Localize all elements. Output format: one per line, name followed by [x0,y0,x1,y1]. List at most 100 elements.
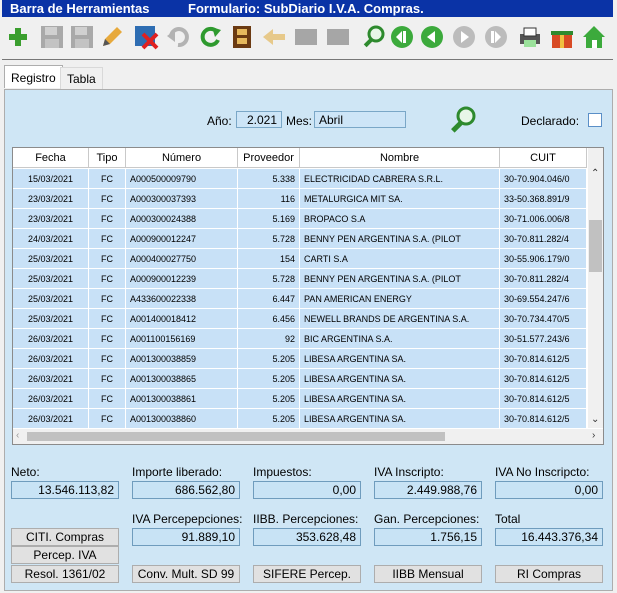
mes-field[interactable]: Abril [314,111,406,128]
horizontal-scrollbar[interactable]: ‹ › [13,429,603,444]
cell-cuit[interactable]: 30-70.811.282/4 [500,269,587,289]
table-row[interactable]: 25/03/2021 FC A000900012239 5.728 BENNY PEN … [13,269,587,289]
resol-1361-button[interactable]: Resol. 1361/02 [11,565,119,583]
cell-nombre[interactable]: PAN AMERICAN ENERGY [300,289,500,309]
cell-nombre[interactable]: BENNY PEN ARGENTINA S.A. (PILOT [300,269,500,289]
cell-tipo[interactable]: FC [89,389,126,409]
search-button[interactable] [360,23,388,51]
cell-nombre[interactable]: LIBESA ARGENTINA SA. [300,409,500,429]
conv-mult-button[interactable]: Conv. Mult. SD 99 [132,565,240,583]
cell-numero[interactable]: A000400027750 [126,249,238,269]
add-button[interactable] [4,23,32,51]
scroll-up-icon[interactable]: ⌃ [591,168,599,179]
cell-proveedor[interactable]: 5.205 [238,349,300,369]
cell-numero[interactable]: A001100156169 [126,329,238,349]
col-proveedor[interactable]: Proveedor [238,148,300,168]
cell-fecha[interactable]: 23/03/2021 [13,189,89,209]
table-row[interactable]: 25/03/2021 FC A433600022338 6.447 PAN AMERIC… [13,289,587,309]
table-row[interactable]: 25/03/2021 FC A001400018412 6.456 NEWELL BRA… [13,309,587,329]
save-as-button[interactable] [68,23,96,51]
cell-cuit[interactable]: 30-70.904.046/0 [500,169,587,189]
undo-button[interactable] [164,23,192,51]
cell-tipo[interactable]: FC [89,209,126,229]
table-row[interactable]: 26/03/2021 FC A001300038860 5.205 LIBESA ARG… [13,409,587,429]
declarado-checkbox[interactable] [588,113,602,127]
cell-fecha[interactable]: 15/03/2021 [13,169,89,189]
cell-numero[interactable]: A000500009790 [126,169,238,189]
hscroll-thumb[interactable] [27,432,445,441]
table-row[interactable]: 23/03/2021 FC A000300024388 5.169 BROPACO S.… [13,209,587,229]
back-button[interactable] [260,23,288,51]
edit-button[interactable] [98,23,126,51]
cell-cuit[interactable]: 30-55.906.179/0 [500,249,587,269]
anio-field[interactable]: 2.021 [236,111,282,128]
first-button[interactable] [388,23,416,51]
cell-numero[interactable]: A000300024388 [126,209,238,229]
cell-fecha[interactable]: 26/03/2021 [13,349,89,369]
save-button[interactable] [38,23,66,51]
cell-nombre[interactable]: LIBESA ARGENTINA SA. [300,389,500,409]
cell-proveedor[interactable]: 5.169 [238,209,300,229]
cell-tipo[interactable]: FC [89,189,126,209]
cell-tipo[interactable]: FC [89,229,126,249]
cell-nombre[interactable]: ELECTRICIDAD CABRERA S.R.L. [300,169,500,189]
grid-button-1[interactable] [292,23,320,51]
table-row[interactable]: 24/03/2021 FC A000900012247 5.728 BENNY PEN … [13,229,587,249]
cell-tipo[interactable]: FC [89,349,126,369]
cell-cuit[interactable]: 30-70.734.470/5 [500,309,587,329]
cell-cuit[interactable]: 30-70.814.612/5 [500,389,587,409]
cell-cuit[interactable]: 33-50.368.891/9 [500,189,587,209]
iibb-mensual-button[interactable]: IIBB Mensual [374,565,482,583]
refresh-button[interactable] [196,23,224,51]
col-numero[interactable]: Número [126,148,238,168]
cell-proveedor[interactable]: 5.205 [238,389,300,409]
cell-numero[interactable]: A000900012247 [126,229,238,249]
scroll-thumb[interactable] [589,220,602,272]
gift-button[interactable] [548,23,576,51]
cell-tipo[interactable]: FC [89,249,126,269]
cell-cuit[interactable]: 30-70.811.282/4 [500,229,587,249]
cell-fecha[interactable]: 25/03/2021 [13,269,89,289]
cell-tipo[interactable]: FC [89,309,126,329]
cell-proveedor[interactable]: 5.728 [238,229,300,249]
cell-proveedor[interactable]: 5.728 [238,269,300,289]
cell-cuit[interactable]: 30-70.814.612/5 [500,409,587,429]
cell-numero[interactable]: A001400018412 [126,309,238,329]
cell-numero[interactable]: A000900012239 [126,269,238,289]
tab-tabla[interactable]: Tabla [60,67,103,89]
table-row[interactable]: 26/03/2021 FC A001300038865 5.205 LIBESA ARG… [13,369,587,389]
cell-fecha[interactable]: 25/03/2021 [13,309,89,329]
table-row[interactable]: 26/03/2021 FC A001300038861 5.205 LIBESA ARG… [13,389,587,409]
cell-cuit[interactable]: 30-69.554.247/6 [500,289,587,309]
col-cuit[interactable]: CUIT [500,148,587,168]
cell-tipo[interactable]: FC [89,369,126,389]
table-row[interactable]: 15/03/2021 FC A000500009790 5.338 ELECTRICID… [13,169,587,189]
sifere-percep-button[interactable]: SIFERE Percep. [253,565,361,583]
tab-registro[interactable]: Registro [4,65,63,88]
cell-nombre[interactable]: BENNY PEN ARGENTINA S.A. (PILOT [300,229,500,249]
ri-compras-button[interactable]: RI Compras [495,565,603,583]
cell-numero[interactable]: A001300038860 [126,409,238,429]
col-tipo[interactable]: Tipo [89,148,126,168]
cell-proveedor[interactable]: 5.205 [238,409,300,429]
table-row[interactable]: 23/03/2021 FC A000300037393 116 METALURGICA … [13,189,587,209]
cell-cuit[interactable]: 30-71.006.006/8 [500,209,587,229]
col-fecha[interactable]: Fecha [13,148,89,168]
cell-tipo[interactable]: FC [89,409,126,429]
cell-nombre[interactable]: BROPACO S.A [300,209,500,229]
cell-fecha[interactable]: 24/03/2021 [13,229,89,249]
cell-fecha[interactable]: 26/03/2021 [13,389,89,409]
cell-nombre[interactable]: BIC ARGENTINA S.A. [300,329,500,349]
cell-fecha[interactable]: 26/03/2021 [13,409,89,429]
cell-proveedor[interactable]: 116 [238,189,300,209]
cell-proveedor[interactable]: 92 [238,329,300,349]
cell-nombre[interactable]: METALURGICA MIT SA. [300,189,500,209]
cell-fecha[interactable]: 23/03/2021 [13,209,89,229]
cell-numero[interactable]: A001300038861 [126,389,238,409]
cell-proveedor[interactable]: 6.447 [238,289,300,309]
cell-numero[interactable]: A001300038865 [126,369,238,389]
cell-tipo[interactable]: FC [89,289,126,309]
last-button[interactable] [482,23,510,51]
cell-numero[interactable]: A001300038859 [126,349,238,369]
cell-tipo[interactable]: FC [89,269,126,289]
